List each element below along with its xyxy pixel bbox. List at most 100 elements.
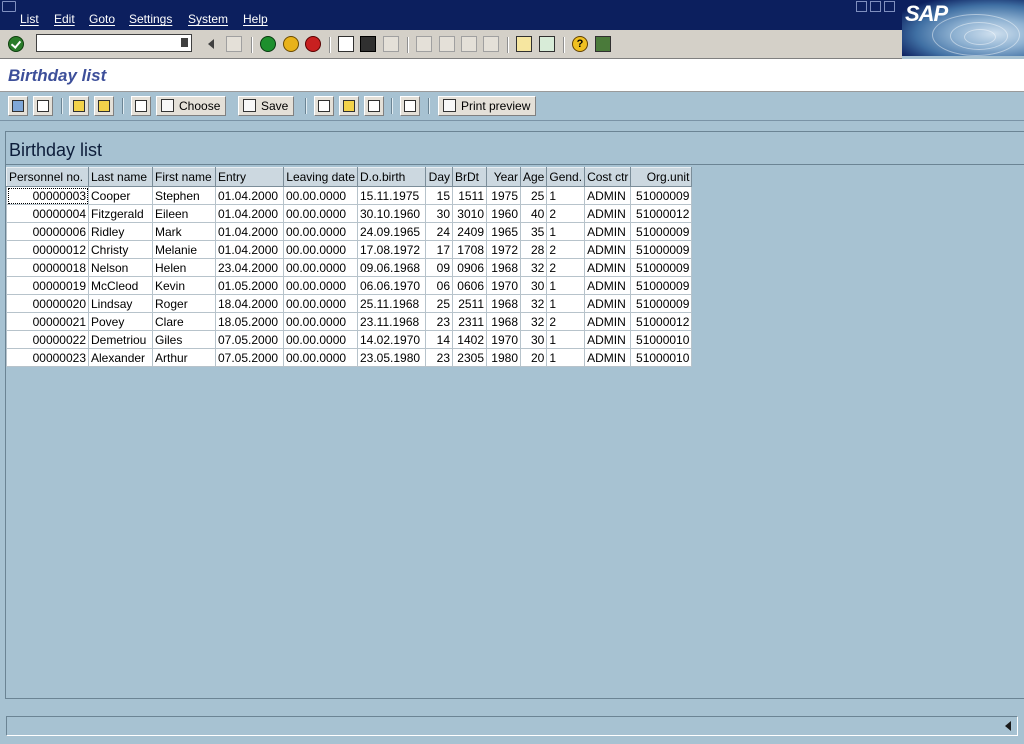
table-cell[interactable]: 1968 [486,294,521,313]
find-next-icon[interactable] [383,36,399,52]
menu-system[interactable]: System [188,12,228,26]
save-button[interactable]: Save [238,96,295,116]
previous-page-icon[interactable] [439,36,455,52]
table-cell[interactable]: 06 [425,276,453,295]
table-cell[interactable]: 2409 [452,222,487,241]
table-cell[interactable]: 00000021 [6,312,89,331]
table-cell[interactable]: 06.06.1970 [357,276,426,295]
details-button[interactable] [8,96,28,116]
table-cell[interactable]: Christy [88,240,153,259]
table-cell[interactable]: Melanie [152,240,216,259]
menu-goto[interactable]: Goto [89,12,115,26]
next-page-icon[interactable] [461,36,477,52]
table-cell[interactable]: 1 [546,276,586,295]
table-cell[interactable]: 23.04.2000 [215,258,284,277]
table-cell[interactable]: 2 [546,258,586,277]
table-cell[interactable]: 2311 [452,312,487,331]
column-header[interactable]: D.o.birth [357,167,426,187]
table-cell[interactable]: 24 [425,222,453,241]
table-cell[interactable]: 1970 [486,330,521,349]
table-cell[interactable]: ADMIN [584,312,632,331]
table-cell[interactable]: 00000019 [6,276,89,295]
table-cell[interactable]: 1 [546,294,586,313]
column-header[interactable]: Year [486,167,521,187]
last-page-icon[interactable] [483,36,499,52]
table-cell[interactable]: 00000018 [6,258,89,277]
table-cell[interactable]: 30.10.1960 [357,204,426,223]
table-cell[interactable]: 09.06.1968 [357,258,426,277]
menu-help[interactable]: Help [243,12,268,26]
table-cell[interactable]: 1708 [452,240,487,259]
column-header[interactable]: Entry [215,167,284,187]
table-cell[interactable]: 00000020 [6,294,89,313]
table-cell[interactable]: McCleod [88,276,153,295]
table-cell[interactable]: Roger [152,294,216,313]
table-cell[interactable]: 01.05.2000 [215,276,284,295]
print-list-button[interactable] [69,96,89,116]
find-icon[interactable] [360,36,376,52]
table-cell[interactable]: 00.00.0000 [283,222,358,241]
layout-button[interactable] [314,96,334,116]
table-cell[interactable]: 00.00.0000 [283,312,358,331]
table-cell[interactable]: Cooper [88,186,153,205]
table-cell[interactable]: 1 [546,186,586,205]
table-cell[interactable]: 51000009 [630,186,693,205]
table-cell[interactable]: ADMIN [584,258,632,277]
collapse-arrow-icon[interactable] [208,39,214,49]
table-cell[interactable]: 2 [546,312,586,331]
table-row[interactable]: 00000018 Nelson Helen 23.04.2000 00.00.0000 0… [6,258,693,277]
table-cell[interactable]: 20 [519,348,548,367]
table-cell[interactable]: 1402 [452,330,487,349]
table-cell[interactable]: 28 [519,240,548,259]
column-header[interactable]: Day [425,167,453,187]
choose-button[interactable]: Choose [156,96,227,116]
copy-button[interactable] [131,96,151,116]
table-cell[interactable]: 40 [519,204,548,223]
table-cell[interactable]: 17 [425,240,453,259]
export-button[interactable] [339,96,359,116]
table-cell[interactable]: 51000009 [630,240,693,259]
table-cell[interactable]: 32 [519,258,548,277]
table-cell[interactable]: 00.00.0000 [283,348,358,367]
table-cell[interactable]: 09 [425,258,453,277]
table-cell[interactable]: 00000022 [6,330,89,349]
table-cell[interactable]: ADMIN [584,348,632,367]
table-cell[interactable]: 30 [519,276,548,295]
system-menu-icon[interactable] [2,1,16,12]
table-cell[interactable]: 07.05.2000 [215,348,284,367]
table-cell[interactable]: Fitzgerald [88,204,153,223]
table-row[interactable]: 00000021 Povey Clare 18.05.2000 00.00.0000 23… [6,312,693,331]
table-cell[interactable]: 23.11.1968 [357,312,426,331]
table-cell[interactable]: 51000009 [630,294,693,313]
save-disk-icon[interactable] [226,36,242,52]
table-row[interactable]: 00000003 Cooper Stephen 01.04.2000 00.00.000… [6,186,693,205]
print-icon[interactable] [338,36,354,52]
command-field[interactable] [36,34,192,52]
table-cell[interactable]: 32 [519,294,548,313]
table-cell[interactable]: 25.11.1968 [357,294,426,313]
table-cell[interactable]: 00.00.0000 [283,240,358,259]
table-cell[interactable]: 1968 [486,312,521,331]
table-cell[interactable]: ADMIN [584,186,632,205]
table-cell[interactable]: 01.04.2000 [215,240,284,259]
table-cell[interactable]: Demetriou [88,330,153,349]
table-cell[interactable]: Nelson [88,258,153,277]
table-cell[interactable]: 51000010 [630,348,693,367]
column-header[interactable]: Age [519,167,548,187]
menu-edit[interactable]: Edit [54,12,75,26]
column-header[interactable]: Gend. [546,167,586,187]
column-header[interactable]: First name [152,167,216,187]
table-cell[interactable]: 00.00.0000 [283,330,358,349]
table-cell[interactable]: 1 [546,330,586,349]
column-header[interactable]: BrDt [452,167,487,187]
table-cell[interactable]: 1 [546,348,586,367]
first-page-icon[interactable] [416,36,432,52]
table-cell[interactable]: 14 [425,330,453,349]
column-header[interactable]: Cost ctr [584,167,632,187]
close-window-icon[interactable] [884,1,895,12]
table-cell[interactable]: 00000003 [6,186,89,205]
table-cell[interactable]: Alexander [88,348,153,367]
table-cell[interactable]: ADMIN [584,294,632,313]
table-cell[interactable]: 23 [425,312,453,331]
table-row[interactable]: 00000022 Demetriou Giles 07.05.2000 00.00.00… [6,330,693,349]
